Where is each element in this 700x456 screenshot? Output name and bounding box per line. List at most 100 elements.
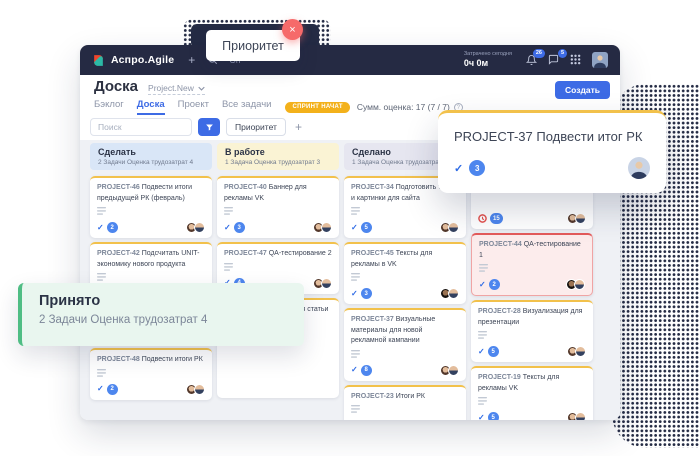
- estimate-badge: 15: [490, 213, 503, 224]
- column-title: В работе: [225, 147, 331, 157]
- messages-button[interactable]: 5: [548, 54, 559, 65]
- time-value: 0ч 0м: [464, 58, 512, 69]
- tabs-row: Бэклог Доска Проект Все задачи СПРИНТ НАЧАТ…: [94, 99, 463, 115]
- user-avatar[interactable]: [592, 52, 608, 68]
- task-card-project-23[interactable]: PROJECT-23 Итоги РК✓6: [344, 385, 466, 421]
- assignee-avatars: [566, 279, 585, 290]
- column-meta: 1 Задача Оценка трудозатрат 3: [225, 159, 331, 166]
- estimate-badge: 2: [107, 384, 118, 395]
- task-title-row: PROJECT-42 Подсчитать UNIT-экономику нов…: [97, 249, 205, 270]
- task-card-project-37[interactable]: PROJECT-37 Визуальные материалы для ново…: [344, 308, 466, 381]
- search-input[interactable]: [90, 118, 192, 136]
- avatar-man: [575, 412, 586, 420]
- brand-title: Аспро.Agile: [111, 54, 174, 66]
- task-card-project-48[interactable]: PROJECT-48 Подвести итоги РК✓2: [90, 348, 212, 400]
- filter-button[interactable]: [198, 118, 220, 136]
- task-card-footer: ✓5: [478, 412, 586, 420]
- task-title-row: PROJECT-46 Подвести итоги предыдущей РК …: [97, 183, 205, 204]
- close-icon[interactable]: ×: [282, 19, 303, 40]
- task-title-row: PROJECT-28 Визуализация для презентации: [478, 307, 586, 328]
- assignee-avatars: [567, 213, 586, 224]
- task-card-project-45[interactable]: PROJECT-45 Тексты для рекламы в VK ✓3: [344, 242, 466, 304]
- task-title-row: PROJECT-45 Тексты для рекламы в VK: [351, 249, 459, 270]
- tab-2[interactable]: Доска: [137, 99, 165, 115]
- assignee-avatars: [567, 412, 586, 420]
- sprint-status-badge: СПРИНТ НАЧАТ: [285, 102, 349, 113]
- task-card-project-40[interactable]: PROJECT-40 Баннер для рекламы VK✓3: [217, 176, 339, 238]
- assignee-avatars: [440, 222, 459, 233]
- avatar-man: [194, 384, 205, 395]
- task-card-project-44[interactable]: PROJECT-44 QA-тестирование 1 ✓2: [471, 233, 593, 296]
- check-icon: ✓: [351, 290, 358, 298]
- spotlight-card-footer: ✓ 3: [454, 157, 650, 179]
- apps-menu-button[interactable]: [570, 54, 581, 65]
- avatar-man: [448, 288, 459, 299]
- create-button[interactable]: Создать: [555, 81, 610, 99]
- spotlight-card-title: PROJECT-37 Подвести итог РК: [454, 129, 650, 144]
- task-card-footer: ✓2: [479, 279, 585, 290]
- priority-filter-chip[interactable]: Приоритет: [226, 118, 286, 136]
- avatar-man: [321, 278, 332, 289]
- task-title-row: PROJECT-40 Баннер для рекламы VK: [224, 183, 332, 204]
- assignee-avatars: [440, 288, 459, 299]
- task-title-row: PROJECT-23 Итоги РК: [351, 392, 459, 403]
- description-icon: [478, 397, 487, 406]
- description-icon: [351, 405, 360, 414]
- assignee-avatars: [567, 346, 586, 357]
- description-icon: [351, 207, 360, 216]
- column-2: В работе 1 Задача Оценка трудозатрат 3 PRO…: [217, 143, 339, 417]
- create-quick-icon[interactable]: +: [188, 54, 195, 66]
- task-card-project-19[interactable]: PROJECT-19 Тексты для рекламы VK ✓5: [471, 366, 593, 420]
- tab-1[interactable]: Бэклог: [94, 99, 124, 115]
- add-filter-button[interactable]: +: [295, 120, 302, 134]
- check-icon: ✓: [478, 414, 485, 421]
- avatar-man: [448, 222, 459, 233]
- description-icon: [97, 273, 106, 282]
- task-id: PROJECT-28: [478, 308, 521, 315]
- check-icon: ✓: [454, 162, 463, 175]
- tab-3[interactable]: Проект: [178, 99, 209, 115]
- accepted-column-callout: Принято 2 Задачи Оценка трудозатрат 4: [18, 283, 304, 346]
- task-card-footer: ✓3: [351, 288, 459, 299]
- assignee-avatars: [186, 384, 205, 395]
- task-title: Итоги РК: [394, 393, 425, 400]
- column-header: Сделать2 Задачи Оценка трудозатрат 4: [90, 143, 212, 170]
- chat-icon: [548, 54, 559, 65]
- estimate-badge: 3: [234, 222, 245, 233]
- estimate-badge: 2: [107, 222, 118, 233]
- task-title-row: PROJECT-19 Тексты для рекламы VK: [478, 373, 586, 394]
- task-card-project-46[interactable]: PROJECT-46 Подвести итоги предыдущей РК …: [90, 176, 212, 238]
- messages-badge: 5: [558, 49, 567, 58]
- task-card-project-28[interactable]: PROJECT-28 Визуализация для презентации ✓…: [471, 300, 593, 362]
- task-id: PROJECT-46: [97, 184, 140, 191]
- assignee-avatars: [313, 278, 332, 289]
- time-tracker[interactable]: Затрачено сегодня 0ч 0м: [464, 51, 512, 68]
- check-icon: ✓: [478, 348, 485, 356]
- notifications-button[interactable]: 26: [526, 54, 537, 66]
- avatar-man: [448, 365, 459, 376]
- description-icon: [97, 207, 106, 216]
- task-card-footer: 15: [478, 213, 586, 224]
- estimate-badge: 2: [489, 279, 500, 290]
- overdue-icon: [478, 214, 487, 223]
- board-select[interactable]: Project.New: [148, 83, 205, 95]
- task-title-row: PROJECT-47 QA-тестирование 2: [224, 249, 332, 260]
- page-header: Доска Project.New: [94, 78, 205, 95]
- spotlight-task-card[interactable]: PROJECT-37 Подвести итог РК ✓ 3: [438, 110, 666, 193]
- task-id: PROJECT-47: [224, 250, 267, 257]
- description-icon: [351, 273, 360, 282]
- task-title-row: PROJECT-44 QA-тестирование 1: [479, 240, 585, 261]
- task-id: PROJECT-48: [97, 356, 140, 363]
- tab-4[interactable]: Все задачи: [222, 99, 272, 115]
- filters-row: Приоритет +: [90, 118, 302, 136]
- callout-title: Принято: [39, 293, 287, 309]
- top-navigation-bar: Аспро.Agile + Сп Затрачено сегодня 0ч 0м…: [80, 45, 620, 75]
- task-card-footer: ✓8: [351, 365, 459, 376]
- assignee-avatar: [628, 157, 650, 179]
- avatar-man: [194, 222, 205, 233]
- estimate-badge: 5: [488, 346, 499, 357]
- callout-meta: 2 Задачи Оценка трудозатрат 4: [39, 314, 287, 326]
- estimate-badge: 3: [361, 288, 372, 299]
- board-select-value: Project.New: [148, 83, 194, 93]
- check-icon: ✓: [97, 224, 104, 232]
